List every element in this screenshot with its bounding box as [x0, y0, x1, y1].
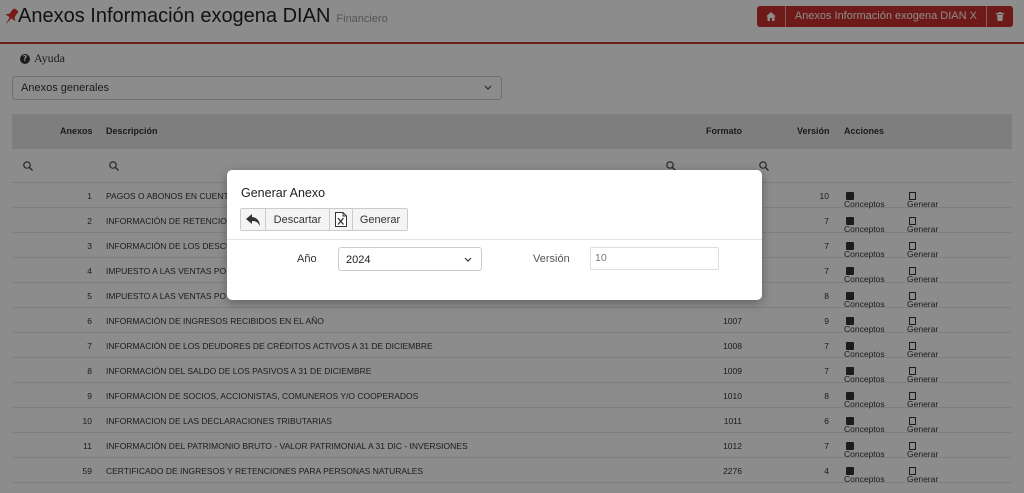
- generate-button[interactable]: Generar: [352, 209, 407, 230]
- undo-arrow-icon: [245, 213, 260, 226]
- year-select[interactable]: 2024: [338, 247, 482, 271]
- excel-file-icon: [335, 212, 347, 227]
- excel-button[interactable]: [329, 209, 352, 230]
- modal-title: Generar Anexo: [241, 186, 326, 200]
- year-label: Año: [297, 253, 317, 265]
- modal-toolbar: Descartar Generar: [240, 208, 408, 231]
- discard-button[interactable]: Descartar: [265, 209, 329, 230]
- version-input[interactable]: 10: [590, 247, 719, 270]
- modal-divider: [227, 239, 762, 240]
- back-button[interactable]: [241, 209, 265, 230]
- generate-annex-modal: Generar Anexo Descartar Generar Año 2024…: [227, 170, 762, 300]
- version-label: Versión: [533, 253, 570, 265]
- chevron-down-icon: [464, 257, 472, 262]
- year-select-value: 2024: [346, 254, 371, 266]
